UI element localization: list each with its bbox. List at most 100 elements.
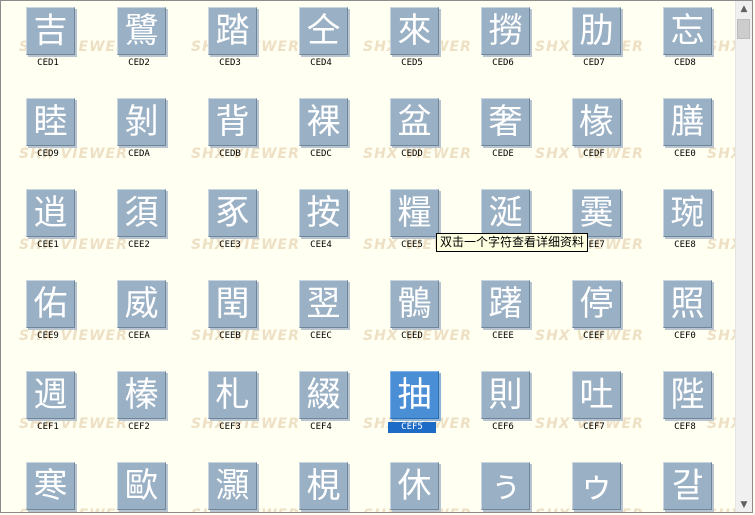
char-tile[interactable]: 豖 — [208, 189, 257, 237]
char-tile[interactable]: 背 — [208, 98, 257, 146]
char-tile[interactable]: 奢 — [481, 98, 530, 146]
char-tile[interactable]: 吉 — [26, 7, 75, 55]
char-cell[interactable]: 肋 CED7 — [570, 1, 630, 81]
char-tile[interactable]: 休 — [390, 462, 439, 510]
char-tile[interactable]: 歐 — [117, 462, 166, 510]
char-cell[interactable]: 停 CEEF — [570, 274, 630, 354]
char-tile[interactable]: 踏 — [208, 7, 257, 55]
scroll-up-icon[interactable]: ▲ — [736, 1, 752, 18]
char-cell[interactable]: 盆 CEDD — [388, 92, 448, 172]
char-cell[interactable]: 豖 CEE3 — [206, 183, 266, 263]
char-tile[interactable]: 갈 — [663, 462, 712, 510]
char-cell[interactable]: 榛 CEF2 — [115, 365, 175, 445]
char-tile[interactable]: 逍 — [26, 189, 75, 237]
char-code-label: CED2 — [128, 58, 150, 68]
char-tile[interactable]: 鷺 — [117, 7, 166, 55]
char-cell[interactable]: 來 CED5 — [388, 1, 448, 81]
char-cell[interactable]: ぅ — [479, 456, 539, 512]
char-cell[interactable]: 忘 CED8 — [661, 1, 721, 81]
char-cell[interactable]: 翌 CEEC — [297, 274, 357, 354]
char-tile[interactable]: 肋 — [572, 7, 621, 55]
char-tile[interactable]: 札 — [208, 371, 257, 419]
char-cell[interactable]: 須 CEE2 — [115, 183, 175, 263]
char-tile[interactable]: 佑 — [26, 280, 75, 328]
char-cell[interactable]: 背 CEDB — [206, 92, 266, 172]
char-cell[interactable]: 休 — [388, 456, 448, 512]
char-cell[interactable]: 週 CEF1 — [24, 365, 84, 445]
char-cell[interactable]: 按 CEE4 — [297, 183, 357, 263]
char-cell[interactable]: 灝 — [206, 456, 266, 512]
char-tile[interactable]: 裸 — [299, 98, 348, 146]
char-tile[interactable]: 陛 — [663, 371, 712, 419]
char-cell[interactable]: 갈 — [661, 456, 721, 512]
char-tile[interactable]: 睦 — [26, 98, 75, 146]
char-cell[interactable]: 裸 CEDC — [297, 92, 357, 172]
char-cell[interactable]: 札 CEF3 — [206, 365, 266, 445]
char-cell[interactable]: 照 CEF0 — [661, 274, 721, 354]
char-tile[interactable]: 則 — [481, 371, 530, 419]
char-tile[interactable]: 躇 — [481, 280, 530, 328]
char-tile[interactable]: 鶻 — [390, 280, 439, 328]
char-tile[interactable]: 剝 — [117, 98, 166, 146]
char-cell[interactable]: ゥ — [570, 456, 630, 512]
char-tile[interactable]: 梘 — [299, 462, 348, 510]
char-cell[interactable]: 歐 — [115, 456, 175, 512]
char-tile[interactable]: 週 — [26, 371, 75, 419]
char-cell[interactable]: 綴 CEF4 — [297, 365, 357, 445]
char-tile[interactable]: 榛 — [117, 371, 166, 419]
char-tile[interactable]: 霙 — [572, 189, 621, 237]
char-tile[interactable]: 琬 — [663, 189, 712, 237]
char-tile[interactable]: 來 — [390, 7, 439, 55]
char-tile[interactable]: 灝 — [208, 462, 257, 510]
char-tile[interactable]: 須 — [117, 189, 166, 237]
char-tile[interactable]: 照 — [663, 280, 712, 328]
char-tile[interactable]: ぅ — [481, 462, 530, 510]
char-tile[interactable]: 寒 — [26, 462, 75, 510]
char-code-label: CEDA — [128, 149, 150, 159]
char-tile[interactable]: 撈 — [481, 7, 530, 55]
char-cell[interactable]: 吉 CED1 — [24, 1, 84, 81]
char-cell[interactable]: 椽 CEDF — [570, 92, 630, 172]
char-cell[interactable]: 睦 CED9 — [24, 92, 84, 172]
char-cell[interactable]: 膳 CEE0 — [661, 92, 721, 172]
char-cell[interactable]: 踏 CED3 — [206, 1, 266, 81]
char-cell[interactable]: 琬 CEE8 — [661, 183, 721, 263]
char-cell[interactable]: 威 CEEA — [115, 274, 175, 354]
scroll-thumb[interactable] — [737, 19, 750, 39]
scroll-down-icon[interactable]: ▼ — [736, 497, 752, 512]
char-cell[interactable]: 躇 CEEE — [479, 274, 539, 354]
char-tile[interactable]: 涎 — [481, 189, 530, 237]
char-tile[interactable]: 威 — [117, 280, 166, 328]
char-cell[interactable]: 佑 CEE9 — [24, 274, 84, 354]
char-cell[interactable]: 奢 CEDE — [479, 92, 539, 172]
vertical-scrollbar[interactable]: ▲ ▼ — [735, 1, 752, 512]
char-tile[interactable]: 按 — [299, 189, 348, 237]
char-cell[interactable]: 剝 CEDA — [115, 92, 175, 172]
char-cell[interactable]: 則 CEF6 — [479, 365, 539, 445]
char-cell[interactable]: 梘 — [297, 456, 357, 512]
char-tile[interactable]: 吐 — [572, 371, 621, 419]
char-tile[interactable]: 椽 — [572, 98, 621, 146]
char-tile[interactable]: 綴 — [299, 371, 348, 419]
char-cell[interactable]: 鶻 CEED — [388, 274, 448, 354]
char-cell[interactable]: 陛 CEF8 — [661, 365, 721, 445]
char-tile[interactable]: 忘 — [663, 7, 712, 55]
char-tile[interactable]: 翌 — [299, 280, 348, 328]
char-tile[interactable]: 停 — [572, 280, 621, 328]
char-code-label: CEF6 — [492, 422, 514, 432]
char-cell[interactable]: 閏 CEEB — [206, 274, 266, 354]
char-cell[interactable]: 寒 — [24, 456, 84, 512]
char-tile[interactable]: 抽 — [390, 371, 439, 419]
char-cell[interactable]: 撈 CED6 — [479, 1, 539, 81]
char-tile[interactable]: 閏 — [208, 280, 257, 328]
char-tile[interactable]: 仝 — [299, 7, 348, 55]
char-cell[interactable]: 抽 CEF5 — [388, 365, 448, 445]
char-tile[interactable]: ゥ — [572, 462, 621, 510]
char-cell[interactable]: 逍 CEE1 — [24, 183, 84, 263]
char-cell[interactable]: 仝 CED4 — [297, 1, 357, 81]
char-cell[interactable]: 吐 CEF7 — [570, 365, 630, 445]
char-tile[interactable]: 膳 — [663, 98, 712, 146]
char-tile[interactable]: 糧 — [390, 189, 439, 237]
char-tile[interactable]: 盆 — [390, 98, 439, 146]
char-cell[interactable]: 鷺 CED2 — [115, 1, 175, 81]
